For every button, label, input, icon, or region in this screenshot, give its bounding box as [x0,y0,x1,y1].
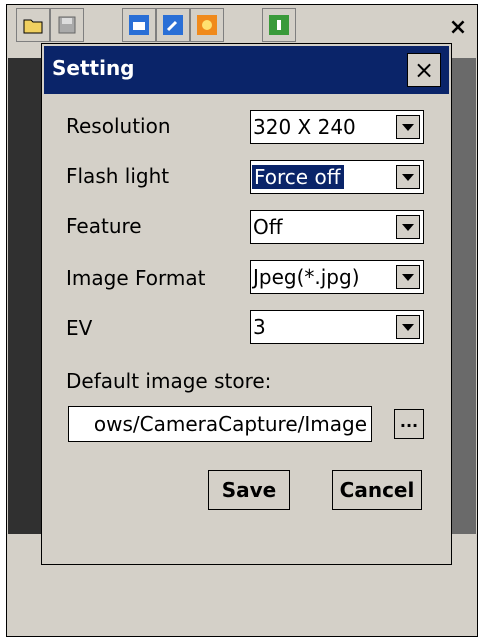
dialog-titlebar: Setting × [44,46,449,94]
image-format-label: Image Format [66,266,206,290]
save-button[interactable]: Save [208,470,290,510]
browse-button[interactable]: ... [394,409,424,439]
resolution-label: Resolution [66,114,171,138]
ev-value: 3 [253,315,266,339]
resolution-select[interactable]: 320 X 240 [250,110,424,144]
chevron-down-icon[interactable] [396,215,420,239]
app-close-button[interactable]: × [446,16,470,40]
cancel-button[interactable]: Cancel [332,470,422,510]
chevron-down-icon[interactable] [396,115,420,139]
save-disk-icon[interactable] [50,8,84,42]
store-label: Default image store: [66,369,272,393]
help-icon[interactable] [262,8,296,42]
dialog-close-button[interactable]: × [407,53,441,87]
image-format-value: Jpeg(*.jpg) [253,265,360,289]
flash-value: Force off [252,165,345,189]
feature-label: Feature [66,214,142,238]
flash-select[interactable]: Force off [250,160,424,194]
ev-label: EV [66,316,93,340]
store-path-input[interactable]: ows/CameraCapture/Image [68,406,372,442]
feature-select[interactable]: Off [250,210,424,244]
settings-dialog: Setting × Resolution 320 X 240 Flash lig… [41,43,452,565]
chevron-down-icon[interactable] [396,315,420,339]
feature-value: Off [253,215,283,239]
flash-label: Flash light [66,164,170,188]
background-view-right [452,58,476,534]
image-format-select[interactable]: Jpeg(*.jpg) [250,260,424,294]
folder-icon[interactable] [16,8,50,42]
camera-icon[interactable] [122,8,156,42]
background-view [8,58,42,534]
dialog-title: Setting [52,56,135,80]
chevron-down-icon[interactable] [396,265,420,289]
store-path-value: ows/CameraCapture/Image [93,412,367,436]
ev-select[interactable]: 3 [250,310,424,344]
resolution-value: 320 X 240 [253,115,356,139]
brightness-icon[interactable] [190,8,224,42]
chevron-down-icon[interactable] [396,165,420,189]
settings-tool-icon[interactable] [156,8,190,42]
